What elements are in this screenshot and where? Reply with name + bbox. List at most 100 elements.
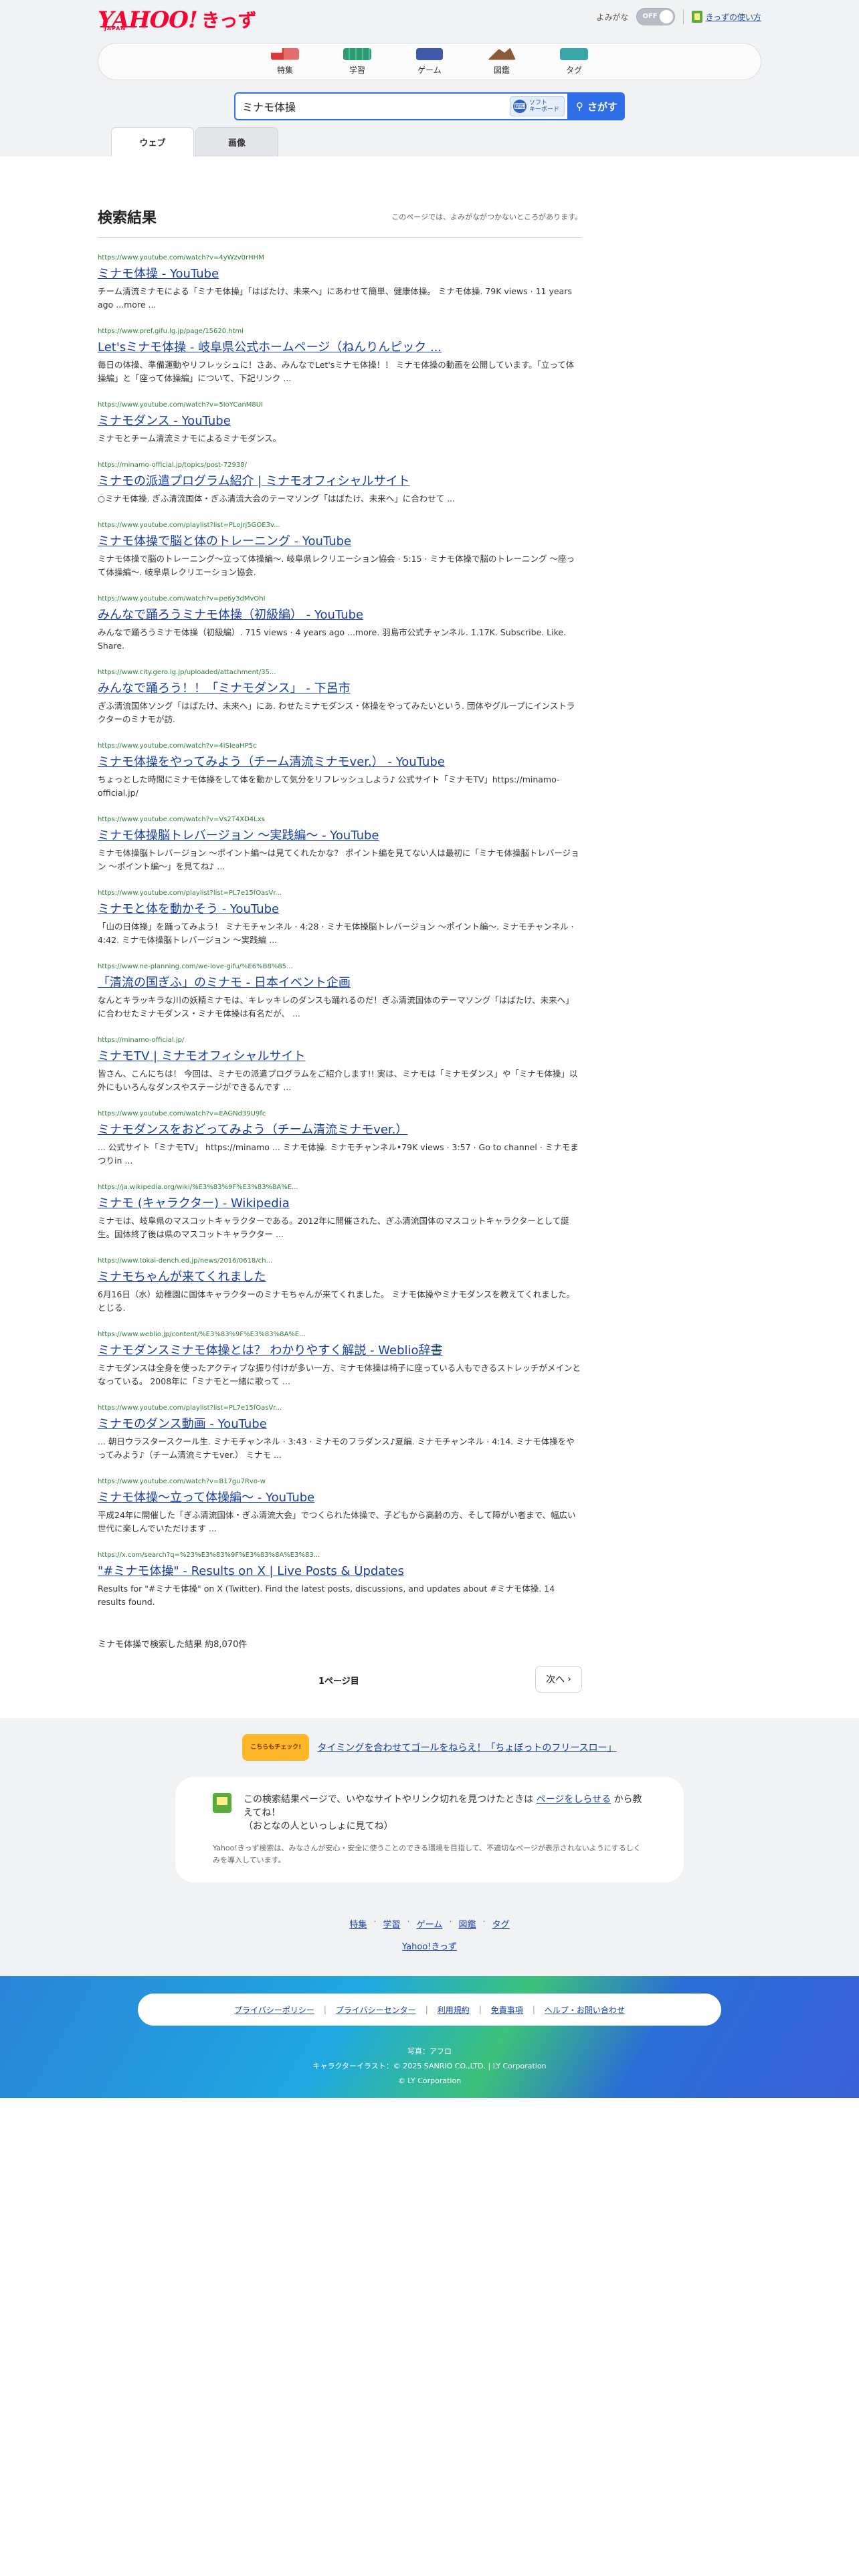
results-title: 検索結果	[98, 210, 157, 227]
game-icon	[416, 47, 443, 60]
result-title-link[interactable]: "#ミナモ体操" - Results on X | Live Posts & U…	[98, 1564, 582, 1580]
keyboard-icon: ⌨	[513, 100, 527, 113]
footer-link-tag[interactable]: タグ	[492, 1917, 510, 1930]
result-title-link[interactable]: ミナモのダンス動画 - YouTube	[98, 1416, 582, 1432]
next-page-button[interactable]: 次へ ›	[535, 1666, 582, 1693]
result-snippet: 毎日の体操、準備運動やリフレッシュに！さあ、みんなでLet'sミナモ体操！！ ミ…	[98, 360, 575, 383]
toggle-state: OFF	[642, 13, 658, 20]
nav-item-gakushu[interactable]: 学習	[321, 43, 393, 80]
header-right: よみがな OFF きっずの使い方	[596, 8, 761, 25]
search-result: https://minamo-official.jp/ミナモTV | ミナモオフ…	[98, 1037, 582, 1094]
result-title-link[interactable]: ミナモダンスミナモ体操とは？ わかりやすく解説 - Weblio辞書	[98, 1343, 582, 1359]
next-label: 次へ	[546, 1675, 565, 1685]
howto-label: きっずの使い方	[705, 12, 761, 22]
copyright: © LY Corporation	[397, 2076, 462, 2085]
soft-keyboard-button[interactable]: ⌨ ソフト キーボード	[510, 96, 565, 116]
search-input[interactable]	[235, 94, 503, 118]
disclaimer-link[interactable]: 免責事項	[491, 2004, 523, 2016]
tab-web[interactable]: ウェブ	[111, 127, 194, 156]
result-title-link[interactable]: ミナモ体操で脳と体のトレーニング - YouTube	[98, 534, 582, 550]
result-title-link[interactable]: ミナモの派遣プログラム紹介 | ミナモオフィシャルサイト	[98, 473, 582, 490]
header-top: YAHOO! JAPAN きっず よみがな OFF きっずの使い方	[0, 0, 859, 40]
result-snippet: ぎふ清流国体ソング「はばたけ、未来へ」にあ. わせたミナモダンス・体操をやってみ…	[98, 701, 575, 724]
nav-item-game[interactable]: ゲーム	[393, 43, 466, 80]
search-result: https://www.youtube.com/playlist?list=PL…	[98, 1404, 582, 1462]
chevron-right-icon: ›	[567, 1674, 571, 1685]
howto-link[interactable]: きっずの使い方	[692, 11, 761, 23]
result-url: https://www.youtube.com/watch?v=5IoYCanM…	[98, 401, 264, 409]
nav-label: 図鑑	[493, 65, 510, 75]
report-row: この検索結果ページで、いやなサイトやリンク切れを見つけたときは ページをしらせる…	[213, 1793, 646, 1833]
footer-nav: 特集 · 学習 · ゲーム · 図鑑 · タグ	[349, 1917, 510, 1930]
zukan-icon	[488, 47, 516, 60]
search-icon: ⚲	[575, 100, 583, 112]
results-main: 検索結果 このページでは、よみがながつかないところがあります。 https://…	[0, 183, 859, 1695]
result-snippet: ミナモ体操脳トレバージョン 〜ポイント編〜は見てくれたかな？ ポイント編を見てな…	[98, 848, 579, 871]
result-url: https://www.youtube.com/watch?v=pe6y3dMv…	[98, 595, 266, 603]
result-title-link[interactable]: ミナモ体操をやってみよう（チーム清流ミナモver.） - YouTube	[98, 754, 582, 770]
promo-link[interactable]: タイミングを合わせてゴールをねらえ！「ちょぼっトのフリースロー」	[317, 1741, 616, 1754]
robot-icon	[213, 1793, 231, 1813]
category-nav: 特集 学習 ゲーム 図鑑 タグ	[98, 43, 761, 80]
nav-label: ゲーム	[417, 65, 442, 75]
tag-icon	[560, 47, 588, 60]
results-header: 検索結果 このページでは、よみがながつかないところがあります。	[98, 183, 582, 238]
report-text: この検索結果ページで、いやなサイトやリンク切れを見つけたときは ページをしらせる…	[244, 1794, 642, 1832]
keyboard-label: ソフト キーボード	[529, 100, 560, 113]
result-title-link[interactable]: ミナモちゃんが来てくれました	[98, 1269, 582, 1285]
result-title-link[interactable]: 「清流の国ぎふ」のミナモ - 日本イベント企画	[98, 975, 582, 991]
report-page-link[interactable]: ページをしらせる	[537, 1794, 611, 1805]
result-snippet: 皆さん、こんにちは！ 今回は、ミナモの派遣プログラムをご紹介します!! 実は、ミ…	[98, 1069, 578, 1092]
result-title-link[interactable]: ミナモ体操 - YouTube	[98, 266, 582, 282]
search-result: https://www.ne-planning.com/we-love-gifu…	[98, 963, 582, 1021]
yomigana-toggle[interactable]: OFF	[636, 8, 676, 25]
yahoo-kids-logo[interactable]: YAHOO! JAPAN きっず	[98, 5, 257, 32]
results-list: https://www.youtube.com/watch?v=4yWzv0rH…	[98, 254, 859, 1609]
result-title-link[interactable]: ミナモ体操〜立って体操編〜 - YouTube	[98, 1490, 582, 1506]
search-result: https://www.youtube.com/watch?v=EAGNd39U…	[98, 1110, 582, 1168]
result-title-link[interactable]: みんなで踊ろうミナモ体操（初級編） - YouTube	[98, 607, 582, 623]
result-title-link[interactable]: ミナモダンスをおどってみよう（チーム清流ミナモver.）	[98, 1122, 582, 1138]
pager: 1ページ目 次へ ›	[98, 1666, 582, 1695]
nav-item-tag[interactable]: タグ	[538, 43, 610, 80]
footer-link-game[interactable]: ゲーム	[417, 1917, 443, 1930]
nav-item-tokushu[interactable]: 特集	[249, 43, 321, 80]
divider	[683, 9, 684, 24]
result-title-link[interactable]: ミナモダンス - YouTube	[98, 413, 582, 429]
footer-link-tokushu[interactable]: 特集	[349, 1917, 367, 1930]
search-result: https://www.weblio.jp/content/%E3%83%9F%…	[98, 1331, 582, 1388]
search-result: https://www.tokai-dench.ed.jp/news/2016/…	[98, 1257, 582, 1315]
footer-link-gakushu[interactable]: 学習	[383, 1917, 401, 1930]
privacy-center-link[interactable]: プライバシーセンター	[336, 2004, 416, 2016]
result-title-link[interactable]: Let'sミナモ体操 - 岐阜県公式ホームページ（ねんりんピック ...	[98, 340, 582, 356]
toggle-knob	[660, 10, 674, 23]
help-link[interactable]: ヘルプ・お問い合わせ	[545, 2004, 625, 2016]
result-snippet: ... 公式サイト「ミナモTV」 https://minamo ... ミナモ体…	[98, 1142, 579, 1166]
tab-image[interactable]: 画像	[195, 127, 278, 156]
search-result: https://www.youtube.com/playlist?list=PL…	[98, 889, 582, 947]
search-result: https://minamo-official.jp/topics/post-7…	[98, 461, 582, 506]
terms-link[interactable]: 利用規約	[438, 2004, 470, 2016]
search-result: https://www.youtube.com/playlist?list=PL…	[98, 522, 582, 579]
gakushu-icon	[343, 47, 371, 60]
result-title-link[interactable]: ミナモTV | ミナモオフィシャルサイト	[98, 1049, 582, 1065]
legal-links: プライバシーポリシー | プライバシーセンター | 利用規約 | 免責事項 | ヘルプ・…	[138, 1994, 721, 2026]
result-title-link[interactable]: ミナモ (キャラクター) - Wikipedia	[98, 1196, 582, 1212]
result-title-link[interactable]: ミナモ体操脳トレバージョン 〜実践編〜 - YouTube	[98, 828, 582, 844]
privacy-policy-link[interactable]: プライバシーポリシー	[234, 2004, 314, 2016]
result-title-link[interactable]: みんなで踊ろう！！「ミナモダンス」 - 下呂市	[98, 681, 582, 697]
result-url: https://www.tokai-dench.ed.jp/news/2016/…	[98, 1257, 273, 1265]
result-url: https://www.youtube.com/watch?v=4iSIeaHP…	[98, 742, 257, 750]
promo-banner: こちらもチェック! タイミングを合わせてゴールをねらえ！「ちょぼっトのフリースロ…	[0, 1731, 859, 1763]
nav-label: 特集	[276, 65, 293, 75]
result-title-link[interactable]: ミナモと体を動かそう - YouTube	[98, 901, 582, 918]
search-result: https://www.youtube.com/watch?v=4yWzv0rH…	[98, 254, 582, 312]
nav-item-zukan[interactable]: 図鑑	[466, 43, 538, 80]
search-result: https://www.youtube.com/watch?v=4iSIeaHP…	[98, 742, 582, 800]
result-snippet: ミナモとチーム清流ミナモによるミナモダンス。	[98, 433, 282, 443]
footer-link-zukan[interactable]: 図鑑	[458, 1917, 476, 1930]
footer-brand-link[interactable]: Yahoo!きっず	[0, 1939, 859, 1976]
nav-label: 学習	[349, 65, 365, 75]
result-count: ミナモ体操で検索した結果 約8,070件	[98, 1640, 248, 1650]
search-button[interactable]: ⚲ さがす	[569, 92, 625, 120]
